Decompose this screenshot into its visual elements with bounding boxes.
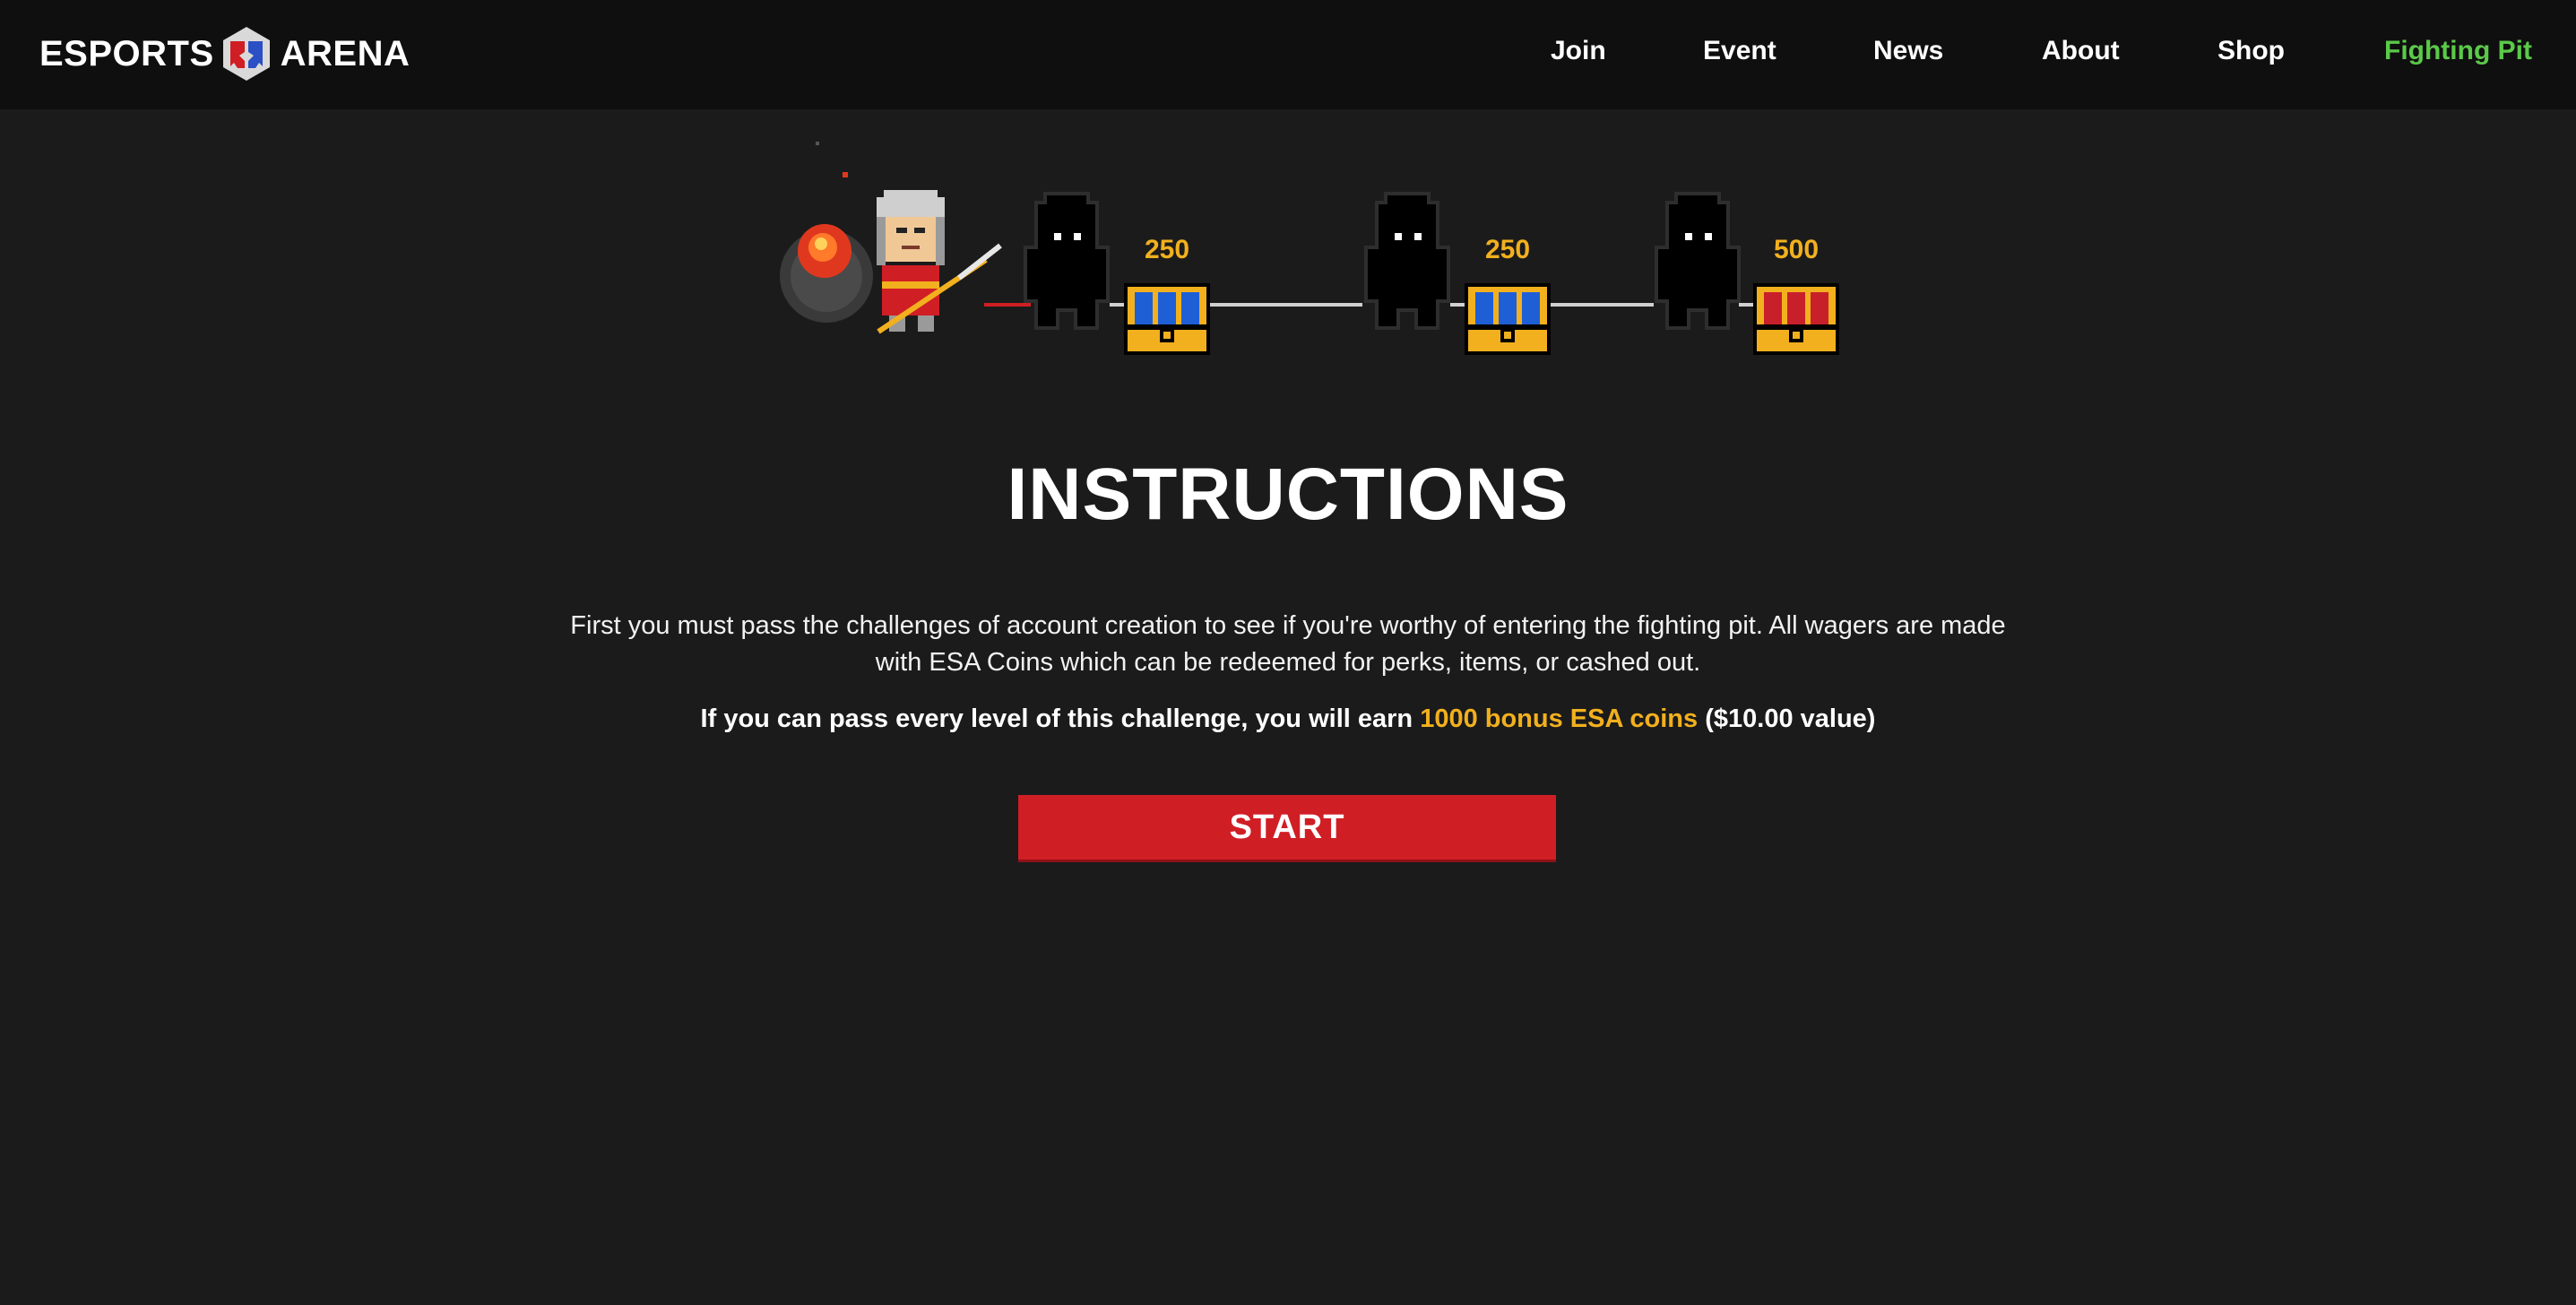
red-treasure-chest-icon	[1753, 283, 1839, 355]
bonus-highlight: 1000 bonus ESA coins	[1420, 704, 1699, 733]
start-button[interactable]: START	[1018, 795, 1556, 860]
reward-amount-1: 250	[1145, 235, 1189, 264]
bonus-text: If you can pass every level of this chal…	[0, 704, 2576, 734]
reward-amount-3: 500	[1774, 235, 1819, 264]
nav-about[interactable]: About	[2042, 36, 2120, 66]
enemy-silhouette-icon	[1024, 192, 1110, 330]
fireball-icon	[780, 142, 873, 323]
reward-amount-2: 250	[1485, 235, 1530, 264]
enemy-silhouette-icon	[1364, 192, 1450, 330]
nav-shop[interactable]: Shop	[2217, 36, 2285, 66]
nav-news[interactable]: News	[1873, 36, 1943, 66]
bonus-prefix: If you can pass every level of this chal…	[700, 704, 1421, 733]
enemy-silhouette-icon	[1655, 192, 1741, 330]
bonus-suffix: ($10.00 value)	[1698, 704, 1876, 733]
blue-treasure-chest-icon	[1465, 283, 1551, 355]
knight-player-icon	[877, 190, 1002, 334]
blue-treasure-chest-icon	[1124, 283, 1210, 355]
nav-join[interactable]: Join	[1551, 36, 1606, 66]
page-title: INSTRUCTIONS	[1007, 454, 1569, 535]
nav-event[interactable]: Event	[1703, 36, 1776, 66]
top-navigation-bar: ESPORTS ARENA Join Event News About Shop…	[0, 0, 2576, 109]
challenge-progress-track: 250 250 500	[780, 142, 1839, 355]
main-nav: Join Event News About Shop Fighting Pit	[0, 0, 2576, 109]
instructions-paragraph: First you must pass the challenges of ac…	[570, 611, 2006, 677]
nav-fighting-pit[interactable]: Fighting Pit	[2384, 36, 2532, 66]
